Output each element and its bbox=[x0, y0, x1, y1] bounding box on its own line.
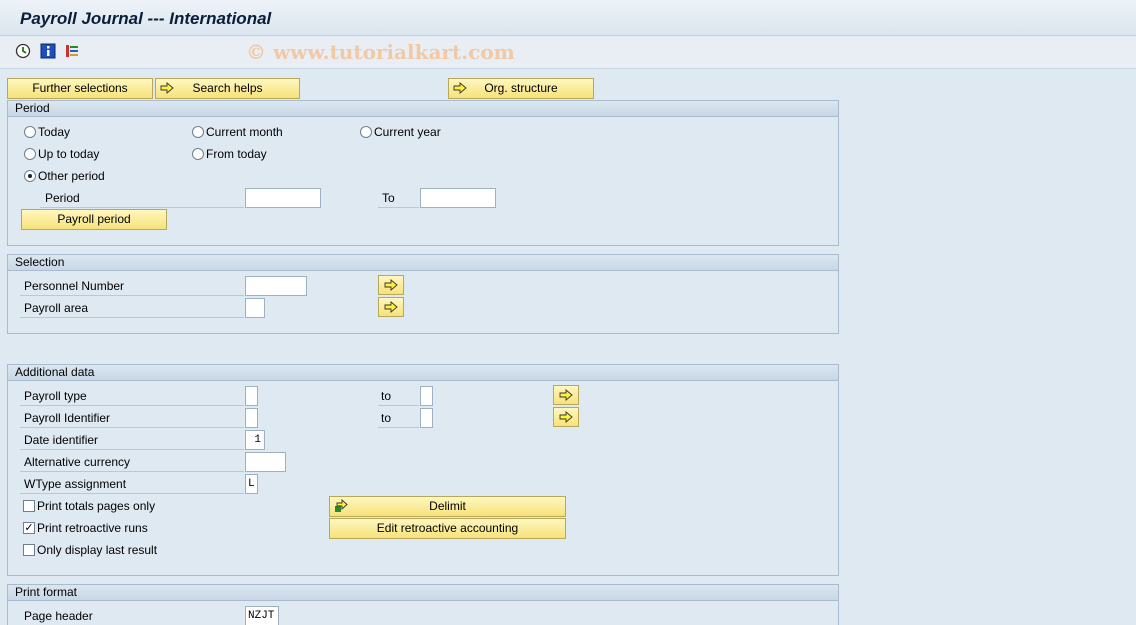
only-last-result-checkbox[interactable] bbox=[23, 544, 35, 556]
print-format-group: Print format bbox=[7, 584, 839, 625]
payroll-identifier-to-label: to bbox=[381, 411, 392, 425]
selection-header: Selection bbox=[8, 255, 838, 271]
payroll-type-to-input[interactable] bbox=[420, 386, 433, 406]
payroll-identifier-from-input[interactable] bbox=[245, 408, 258, 428]
divider bbox=[40, 207, 244, 208]
divider bbox=[20, 449, 244, 450]
delimit-icon bbox=[335, 499, 348, 512]
payroll-identifier-label: Payroll Identifier bbox=[24, 411, 111, 425]
from-today-label: From today bbox=[206, 147, 267, 161]
watermark: © www.tutorialkart.com bbox=[246, 40, 515, 64]
print-totals-label: Print totals pages only bbox=[37, 499, 156, 513]
execute-icon[interactable] bbox=[15, 43, 31, 59]
other-period-label: Other period bbox=[38, 169, 105, 183]
selection-group: Selection bbox=[7, 254, 839, 334]
page-header-input[interactable]: NZJT bbox=[245, 606, 279, 625]
payroll-area-multiple-selection-button[interactable] bbox=[378, 297, 404, 317]
divider bbox=[378, 405, 419, 406]
date-identifier-label: Date identifier bbox=[24, 433, 99, 447]
further-selections-button[interactable]: Further selections bbox=[7, 78, 153, 99]
radio-today[interactable] bbox=[24, 126, 36, 138]
delimit-button[interactable]: Delimit bbox=[329, 496, 566, 517]
search-helps-label: Search helps bbox=[192, 81, 263, 95]
payroll-identifier-to-input[interactable] bbox=[420, 408, 433, 428]
further-selections-label: Further selections bbox=[32, 81, 128, 95]
up-to-today-label: Up to today bbox=[38, 147, 100, 161]
arrow-right-icon bbox=[160, 82, 174, 94]
edit-retroactive-accounting-button[interactable]: Edit retroactive accounting bbox=[329, 518, 566, 539]
period-label: Period bbox=[45, 191, 80, 205]
personnel-number-label: Personnel Number bbox=[24, 279, 125, 293]
current-month-label: Current month bbox=[206, 125, 283, 139]
selection-options-icon[interactable] bbox=[64, 43, 80, 59]
payroll-identifier-multiple-selection-button[interactable] bbox=[553, 407, 579, 427]
payroll-type-label: Payroll type bbox=[24, 389, 87, 403]
payroll-type-to-label: to bbox=[381, 389, 392, 403]
date-identifier-input[interactable]: 1 bbox=[245, 430, 265, 450]
wtype-assignment-input[interactable]: L bbox=[245, 474, 258, 494]
print-totals-checkbox[interactable] bbox=[23, 500, 35, 512]
radio-other-period[interactable] bbox=[24, 170, 36, 182]
divider bbox=[20, 317, 244, 318]
payroll-type-multiple-selection-button[interactable] bbox=[553, 385, 579, 405]
arrow-right-icon bbox=[384, 279, 398, 291]
search-helps-button[interactable]: Search helps bbox=[155, 78, 300, 99]
page-title: Payroll Journal --- International bbox=[20, 9, 272, 28]
divider bbox=[20, 427, 244, 428]
delimit-label: Delimit bbox=[429, 499, 466, 513]
arrow-right-icon bbox=[559, 389, 573, 401]
arrow-right-icon bbox=[559, 411, 573, 423]
divider bbox=[20, 295, 244, 296]
page-header-label: Page header bbox=[24, 609, 93, 623]
personnel-number-multiple-selection-button[interactable] bbox=[378, 275, 404, 295]
application-toolbar: © www.tutorialkart.com bbox=[0, 37, 1136, 69]
arrow-right-icon bbox=[384, 301, 398, 313]
print-retroactive-checkbox[interactable]: ✓ bbox=[23, 522, 35, 534]
payroll-period-button[interactable]: Payroll period bbox=[21, 209, 167, 230]
period-to-input[interactable] bbox=[420, 188, 496, 208]
payroll-area-input[interactable] bbox=[245, 298, 265, 318]
period-from-input[interactable] bbox=[245, 188, 321, 208]
period-to-label: To bbox=[382, 191, 395, 205]
divider bbox=[378, 207, 419, 208]
org-structure-label: Org. structure bbox=[484, 81, 558, 95]
only-last-result-label: Only display last result bbox=[37, 543, 158, 557]
radio-up-to-today[interactable] bbox=[24, 148, 36, 160]
payroll-area-label: Payroll area bbox=[24, 301, 89, 315]
alternative-currency-label: Alternative currency bbox=[24, 455, 131, 469]
current-year-label: Current year bbox=[374, 125, 441, 139]
wtype-assignment-label: WType assignment bbox=[24, 477, 127, 491]
personnel-number-input[interactable] bbox=[245, 276, 307, 296]
radio-from-today[interactable] bbox=[192, 148, 204, 160]
print-retroactive-label: Print retroactive runs bbox=[37, 521, 148, 535]
edit-retroactive-accounting-label: Edit retroactive accounting bbox=[376, 521, 519, 535]
additional-data-header: Additional data bbox=[8, 365, 838, 381]
print-format-header: Print format bbox=[8, 585, 838, 601]
info-icon[interactable] bbox=[40, 43, 56, 59]
org-structure-button[interactable]: Org. structure bbox=[448, 78, 594, 99]
divider bbox=[20, 471, 244, 472]
arrow-right-icon bbox=[453, 82, 467, 94]
title-bar: Payroll Journal --- International bbox=[0, 0, 1136, 36]
divider bbox=[20, 493, 244, 494]
radio-current-year[interactable] bbox=[360, 126, 372, 138]
period-header: Period bbox=[8, 101, 838, 117]
today-label: Today bbox=[38, 125, 71, 139]
divider bbox=[20, 405, 244, 406]
alternative-currency-input[interactable] bbox=[245, 452, 286, 472]
radio-current-month[interactable] bbox=[192, 126, 204, 138]
payroll-period-label: Payroll period bbox=[57, 212, 131, 226]
divider bbox=[378, 427, 419, 428]
payroll-type-from-input[interactable] bbox=[245, 386, 258, 406]
